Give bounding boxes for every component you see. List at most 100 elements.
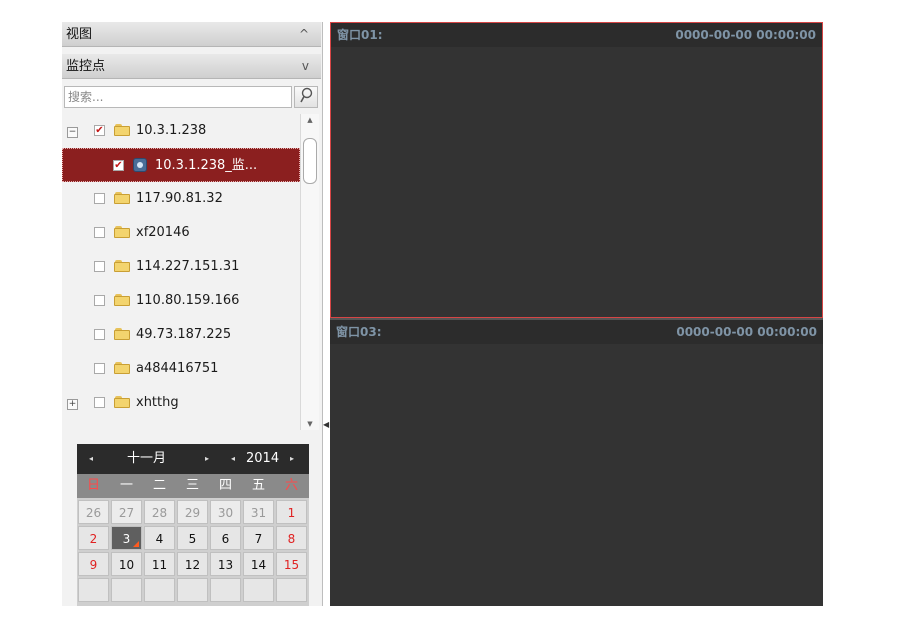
calendar-day[interactable] [177,578,208,602]
window-title: 窗口01: [337,28,383,42]
calendar-day[interactable]: 26 [78,500,109,524]
expand-icon[interactable]: + [67,399,78,410]
weekday-label: 二 [152,478,166,493]
tree-item[interactable]: 117.90.81.32 [62,182,300,216]
checkbox[interactable] [94,193,105,204]
next-year-arrow[interactable]: ▸ [290,444,294,474]
calendar-day[interactable]: 9 [78,552,109,576]
tree-item[interactable]: 49.73.187.225 [62,318,300,352]
window-title-bar: 窗口01: 0000-00-00 00:00:00 [331,23,822,47]
scroll-up-arrow[interactable]: ▲ [301,114,319,126]
collapse-panel-arrow[interactable]: ◀ [323,420,330,429]
video-window-3[interactable]: 窗口03: 0000-00-00 00:00:00 [330,320,823,606]
scroll-down-arrow[interactable]: ▼ [301,418,319,430]
calendar-day[interactable]: 4 [144,526,175,550]
calendar-day[interactable]: 2 [78,526,109,550]
folder-icon [114,328,130,340]
folder-icon [114,294,130,306]
tree-item-label: 10.3.1.238_监... [155,158,258,173]
tree-item[interactable]: 114.227.151.31 [62,250,300,284]
monitor-section-header[interactable]: 监控点 v [62,54,321,79]
calendar-day[interactable]: 27 [111,500,142,524]
tree-item[interactable]: − ✔ 10.3.1.238 [62,114,300,148]
calendar-day[interactable]: 15 [276,552,307,576]
tree-item[interactable]: + xhtthg [62,386,300,420]
prev-year-arrow[interactable]: ◂ [231,444,235,474]
tree-item[interactable]: 110.80.159.166 [62,284,300,318]
window-title: 窗口03: [336,325,382,339]
tree-item[interactable]: ✔ 10.3.1.238_监... [62,148,300,182]
calendar-day[interactable]: 29 [177,500,208,524]
calendar-day[interactable] [78,578,109,602]
window-timestamp: 0000-00-00 00:00:00 [676,325,817,339]
calendar-day[interactable]: 10 [111,552,142,576]
view-section-header[interactable]: 视图 ^ [62,22,321,47]
calendar-day[interactable]: 8 [276,526,307,550]
calendar-month: 十一月 [127,451,167,466]
tree-item[interactable]: a484416751 [62,352,300,386]
tree-item-label: 49.73.187.225 [136,327,232,342]
calendar-day[interactable] [111,578,142,602]
tree-scrollbar[interactable]: ▲ ▼ [300,114,319,430]
folder-icon [114,226,130,238]
tree-item-label: a484416751 [136,361,219,376]
calendar-day[interactable]: 14 [243,552,274,576]
tree-item[interactable]: xf20146 [62,216,300,250]
checkbox[interactable] [94,329,105,340]
view-section-title: 视图 [66,27,93,42]
checkbox[interactable] [94,363,105,374]
weekday-label: 日 [86,478,100,493]
calendar-day[interactable] [276,578,307,602]
checkbox[interactable]: ✔ [113,160,124,171]
folder-icon [114,124,130,136]
tree-item-label: 117.90.81.32 [136,191,223,206]
checkbox[interactable] [94,261,105,272]
chevron-down-icon[interactable]: v [302,54,309,79]
calendar-day[interactable]: 28 [144,500,175,524]
folder-icon [114,260,130,272]
calendar-day[interactable]: 31 [243,500,274,524]
checkbox[interactable]: ✔ [94,125,105,136]
calendar-day[interactable] [210,578,241,602]
calendar-day[interactable]: 13 [210,552,241,576]
tree-item-label: 10.3.1.238 [136,123,207,138]
window-timestamp: 0000-00-00 00:00:00 [675,28,816,42]
folder-icon [114,362,130,374]
chevron-up-icon[interactable]: ^ [299,22,309,47]
search-button[interactable] [294,86,318,108]
video-window-1[interactable]: 窗口01: 0000-00-00 00:00:00 [330,22,823,318]
calendar-day[interactable]: 11 [144,552,175,576]
search-input[interactable]: 搜索... [64,86,292,108]
weekday-label: 六 [284,478,298,493]
calendar-day[interactable]: 5 [177,526,208,550]
weekday-row: 日一二三四五六 [77,474,309,498]
device-tree: − ✔ 10.3.1.238 ✔ 10.3.1.238_监... 117.90.81.32… [62,114,300,430]
calendar-day[interactable]: 30 [210,500,241,524]
tree-item-label: xf20146 [136,225,190,240]
next-month-arrow[interactable]: ▸ [205,444,209,474]
weekday-label: 五 [251,478,265,493]
checkbox[interactable] [94,397,105,408]
calendar-day[interactable]: 7 [243,526,274,550]
calendar-day[interactable]: 12 [177,552,208,576]
collapse-icon[interactable]: − [67,127,78,138]
calendar-day[interactable] [243,578,274,602]
search-icon [300,87,313,103]
weekday-label: 一 [119,478,133,493]
weekday-label: 四 [218,478,232,493]
weekday-label: 三 [185,478,199,493]
camera-icon [133,158,147,172]
folder-icon [114,192,130,204]
left-panel: 视图 ^ 监控点 v 搜索... − ✔ 10.3.1.238 ✔ 10.3.1.238… [62,22,323,606]
scrollbar-thumb[interactable] [303,138,317,184]
checkbox[interactable] [94,295,105,306]
calendar-year: 2014 [246,451,280,466]
calendar-day[interactable]: 3 [111,526,142,550]
calendar-day[interactable]: 6 [210,526,241,550]
monitor-section-title: 监控点 [66,59,106,74]
prev-month-arrow[interactable]: ◂ [89,444,93,474]
tree-item-label: 110.80.159.166 [136,293,240,308]
calendar-day[interactable] [144,578,175,602]
calendar-day[interactable]: 1 [276,500,307,524]
checkbox[interactable] [94,227,105,238]
